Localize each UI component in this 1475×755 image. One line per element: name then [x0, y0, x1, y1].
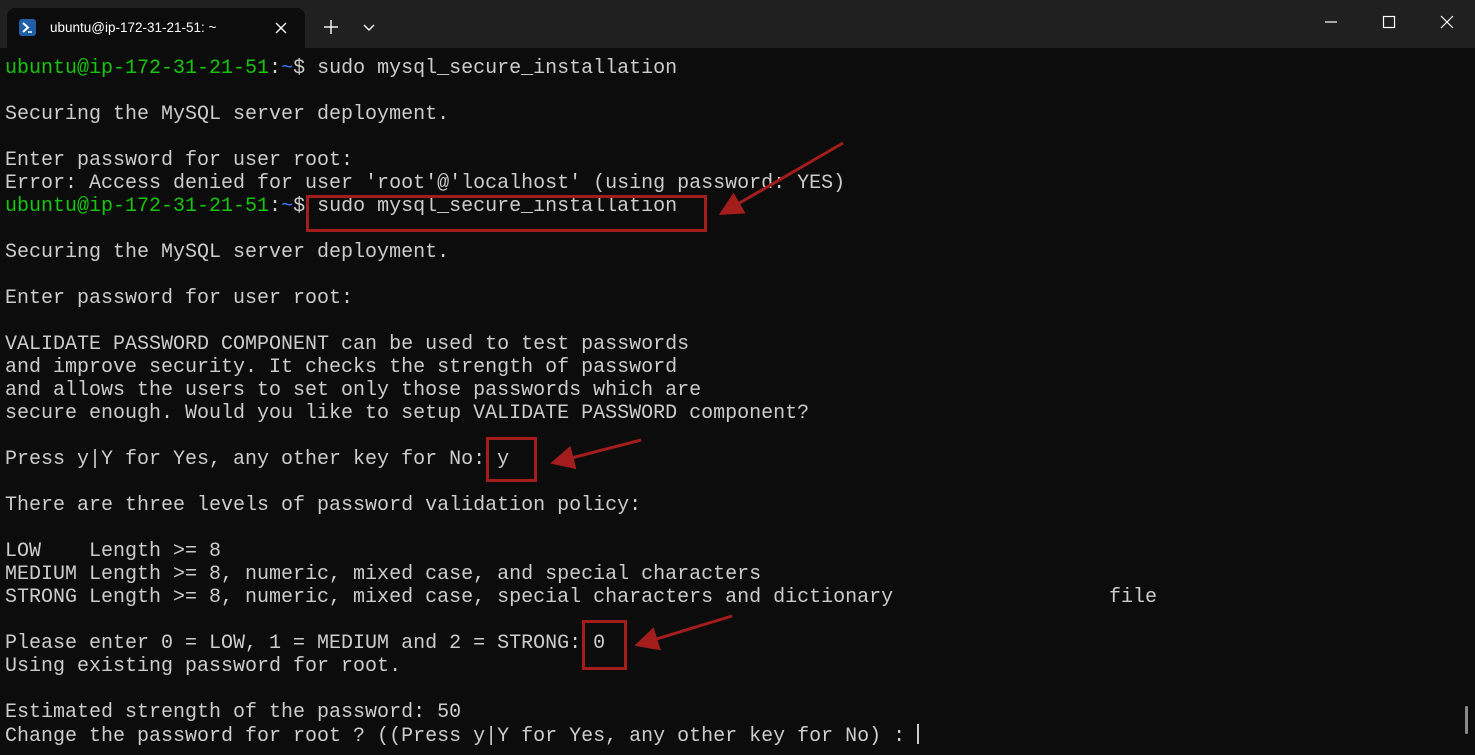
prompt-path: ~ [281, 57, 294, 80]
output-line: Securing the MySQL server deployment. [5, 241, 450, 264]
output-line-wrapped-word: file [1109, 586, 1158, 609]
prompt-user-host: ubuntu@ip-172-31-21-51 [5, 195, 270, 218]
output-line: Estimated strength of the password: 50 [5, 701, 462, 724]
prompt-user-host: ubuntu@ip-172-31-21-51 [5, 57, 270, 80]
output-line: Securing the MySQL server deployment. [5, 103, 450, 126]
close-tab-icon[interactable] [271, 18, 291, 38]
prompt-dollar: $ [293, 57, 318, 80]
output-line: secure enough. Would you like to setup V… [5, 402, 810, 425]
output-line: and allows the users to set only those p… [5, 379, 702, 402]
error-line: Error: Access denied for user 'root'@'lo… [5, 172, 846, 195]
maximize-icon[interactable] [1359, 0, 1419, 44]
output-line: STRONG Length >= 8, numeric, mixed case,… [5, 586, 894, 609]
output-line: and improve security. It checks the stre… [5, 356, 678, 379]
output-line: LOW Length >= 8 [5, 540, 222, 563]
prompt-path: ~ [281, 195, 294, 218]
prompt-text: Change the password for root ? ((Press y… [5, 725, 918, 748]
powershell-terminal-icon [19, 19, 36, 36]
minimize-icon[interactable] [1301, 0, 1361, 44]
prompt-colon: : [269, 195, 282, 218]
highlight-box-answer-0 [582, 620, 627, 670]
output-line: Using existing password for root. [5, 655, 402, 678]
highlight-box-answer-y [486, 437, 537, 482]
tab-title: ubuntu@ip-172-31-21-51: ~ [50, 20, 217, 35]
tab-dropdown-chevron-down-icon[interactable] [358, 14, 380, 40]
text-cursor [917, 724, 920, 744]
prompt-text: Please enter 0 = LOW, 1 = MEDIUM and 2 =… [5, 632, 594, 655]
terminal-tab[interactable]: ubuntu@ip-172-31-21-51: ~ [7, 8, 305, 48]
highlight-box-command [306, 195, 707, 232]
prompt-text: Press y|Y for Yes, any other key for No: [5, 448, 498, 471]
validate-prompt-line: Press y|Y for Yes, any other key for No:… [5, 448, 509, 471]
prompt-colon: : [269, 57, 282, 80]
prompt-line-1: ubuntu@ip-172-31-21-51:~$ sudo mysql_sec… [5, 57, 677, 80]
output-line: There are three levels of password valid… [5, 494, 642, 517]
command-text: sudo mysql_secure_installation [317, 57, 678, 80]
terminal-output[interactable]: ubuntu@ip-172-31-21-51:~$ sudo mysql_sec… [0, 48, 1475, 755]
scrollbar[interactable] [1465, 706, 1468, 734]
new-tab-plus-icon[interactable] [318, 14, 344, 40]
close-window-icon[interactable] [1417, 0, 1475, 44]
output-line: Enter password for user root: [5, 149, 354, 172]
level-prompt-line: Please enter 0 = LOW, 1 = MEDIUM and 2 =… [5, 632, 605, 655]
title-bar: ubuntu@ip-172-31-21-51: ~ [0, 0, 1475, 48]
output-line: Enter password for user root: [5, 287, 354, 310]
output-line: MEDIUM Length >= 8, numeric, mixed case,… [5, 563, 762, 586]
output-line: VALIDATE PASSWORD COMPONENT can be used … [5, 333, 690, 356]
change-password-prompt-line: Change the password for root ? ((Press y… [5, 724, 920, 748]
